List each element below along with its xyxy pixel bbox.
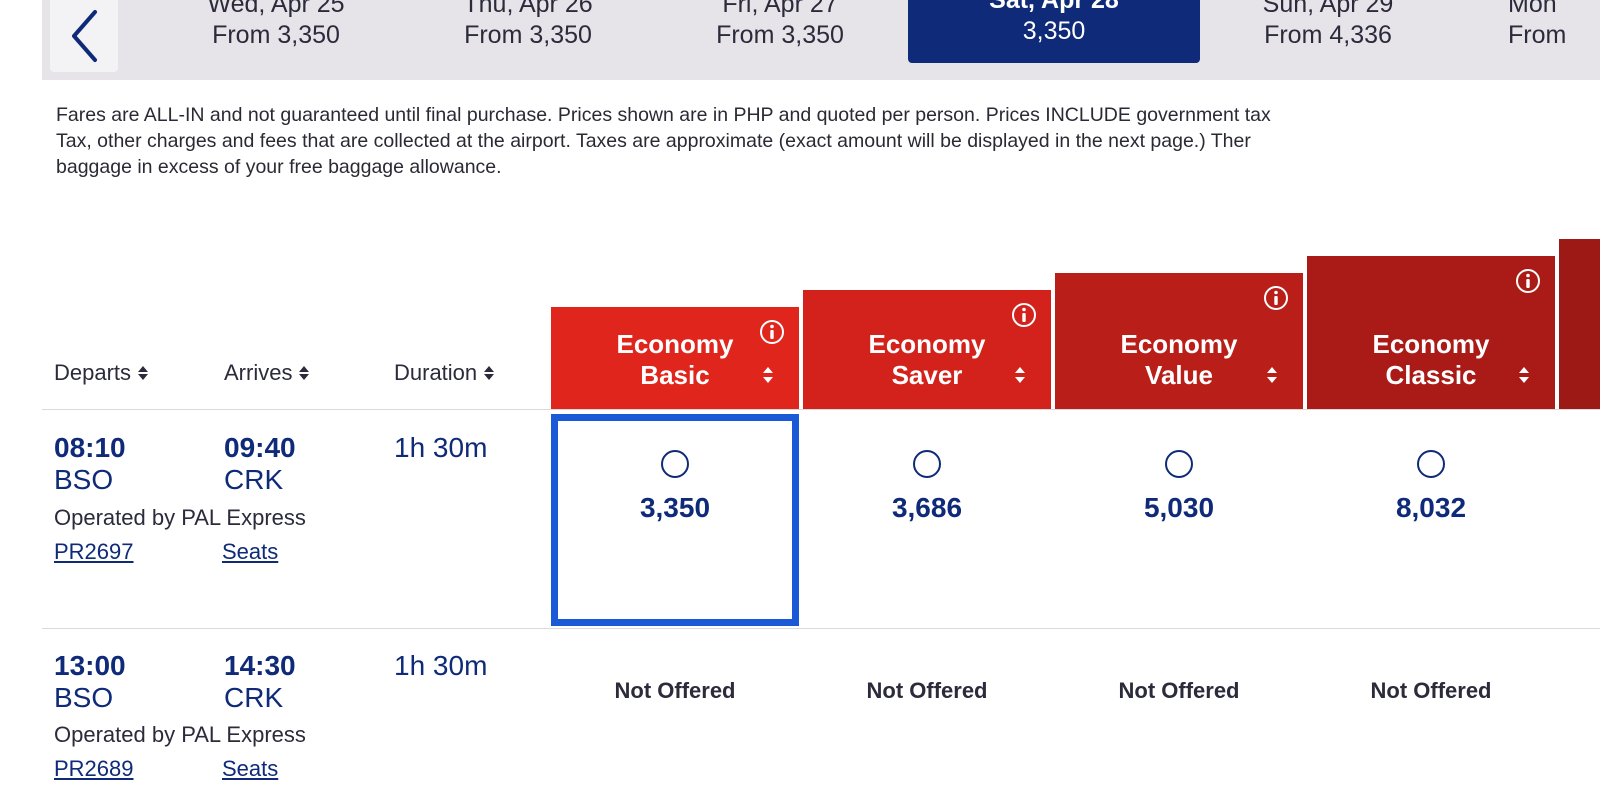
fare-radio[interactable]: [913, 450, 941, 478]
date-tab-wed-apr-25[interactable]: Wed, Apr 25 From 3,350: [130, 0, 422, 64]
previous-dates-button[interactable]: [50, 0, 118, 72]
date-strip: Wed, Apr 25 From 3,350 Thu, Apr 26 From …: [42, 0, 1600, 80]
header-divider: [42, 409, 1600, 410]
info-icon[interactable]: [1515, 268, 1541, 294]
info-icon[interactable]: [1011, 302, 1037, 328]
sort-icon[interactable]: [1265, 365, 1279, 385]
date-tab-price: From 3,350: [464, 21, 592, 49]
fare-name-line1: Economy: [1372, 329, 1490, 359]
fare-notice-line: Tax, other charges and fees that are col…: [56, 130, 1251, 152]
seats-link[interactable]: Seats: [222, 539, 278, 565]
fare-radio[interactable]: [661, 450, 689, 478]
sort-arrives-header[interactable]: Arrives: [224, 360, 310, 386]
date-tab-price: From 4,336: [1264, 21, 1392, 49]
fare-name-line1: Economy: [868, 329, 986, 359]
fare-not-offered: Not Offered: [614, 678, 736, 703]
fare-header-economy-classic[interactable]: Economy Classic: [1307, 256, 1555, 409]
seats-link[interactable]: Seats: [222, 756, 278, 782]
sort-icon: [484, 366, 495, 380]
operated-by: Operated by PAL Express: [54, 505, 306, 530]
fare-header-economy-saver[interactable]: Economy Saver: [803, 290, 1051, 409]
fare-notice-line: baggage in excess of your free baggage a…: [56, 156, 502, 178]
date-tab-date: Fri, Apr 27: [722, 0, 838, 18]
fare-price: 8,032: [1395, 492, 1467, 523]
arrive-airport: CRK: [224, 682, 284, 713]
depart-time: 08:10: [54, 432, 126, 463]
date-tab-sat-apr-28-selected[interactable]: Sat, Apr 28 3,350: [908, 0, 1200, 63]
sort-duration-header[interactable]: Duration: [394, 360, 495, 386]
flight-number-link[interactable]: PR2697: [54, 539, 134, 565]
fare-name-line1: Economy: [616, 329, 734, 359]
fare-name-line1: Economy: [1120, 329, 1238, 359]
sort-departs-header[interactable]: Departs: [54, 360, 149, 386]
fare-not-offered: Not Offered: [866, 678, 988, 703]
depart-airport: BSO: [54, 682, 114, 713]
chevron-left-icon: [72, 10, 97, 62]
fare-price: 3,350: [639, 492, 711, 523]
date-tab-price: From 3,350: [716, 21, 844, 49]
info-icon[interactable]: [1263, 285, 1289, 311]
fare-option-economy-basic[interactable]: 3,350: [551, 414, 799, 626]
duration-label: Duration: [394, 360, 478, 385]
fare-radio[interactable]: [1165, 450, 1193, 478]
arrive-airport: CRK: [224, 464, 284, 495]
fare-not-offered: Not Offered: [1370, 678, 1492, 703]
fare-notice-line: Fares are ALL-IN and not guaranteed unti…: [56, 104, 1271, 126]
sort-icon: [299, 366, 310, 380]
date-tab-date: Wed, Apr 25: [207, 0, 345, 18]
fare-option-economy-classic[interactable]: 8,032: [1307, 414, 1555, 626]
sort-icon[interactable]: [761, 365, 775, 385]
date-tab-fri-apr-27[interactable]: Fri, Apr 27 From 3,350: [634, 0, 926, 64]
arrives-label: Arrives: [224, 360, 293, 385]
date-tab-price: From: [1508, 21, 1567, 49]
date-tab-sun-apr-29[interactable]: Sun, Apr 29 From 4,336: [1182, 0, 1474, 64]
date-tab-price: 3,350: [1022, 17, 1086, 45]
fare-option-economy-saver[interactable]: 3,686: [803, 414, 1051, 626]
date-tab-date: Sun, Apr 29: [1262, 0, 1394, 18]
arrive-time: 09:40: [224, 432, 296, 463]
fare-not-offered: Not Offered: [1118, 678, 1240, 703]
departs-label: Departs: [54, 360, 132, 385]
date-tab-price: From 3,350: [212, 21, 340, 49]
fare-price: 5,030: [1143, 492, 1215, 523]
date-tab-date: Thu, Apr 26: [463, 0, 593, 18]
fare-header-next-partial[interactable]: [1559, 239, 1600, 409]
fare-header-economy-value[interactable]: Economy Value: [1055, 273, 1303, 409]
fare-radio[interactable]: [1417, 450, 1445, 478]
depart-airport: BSO: [54, 464, 114, 495]
fare-option-economy-value[interactable]: 5,030: [1055, 414, 1303, 626]
fare-price: 3,686: [891, 492, 963, 523]
date-tab-mon[interactable]: Mon From: [1508, 0, 1600, 64]
date-tab-date: Sat, Apr 28: [989, 0, 1119, 14]
date-tab-thu-apr-26[interactable]: Thu, Apr 26 From 3,350: [382, 0, 674, 64]
sort-icon: [138, 366, 149, 380]
fare-notice: Fares are ALL-IN and not guaranteed unti…: [56, 102, 1600, 180]
flight-number-link[interactable]: PR2689: [54, 756, 134, 782]
fare-header-economy-basic[interactable]: Economy Basic: [551, 307, 799, 409]
arrive-time: 14:30: [224, 650, 296, 681]
depart-time: 13:00: [54, 650, 126, 681]
operated-by: Operated by PAL Express: [54, 722, 306, 747]
row-divider: [42, 628, 1600, 629]
sort-icon[interactable]: [1517, 365, 1531, 385]
sort-icon[interactable]: [1013, 365, 1027, 385]
flight-duration: 1h 30m: [394, 650, 488, 681]
date-tab-date: Mon: [1508, 0, 1557, 18]
flight-duration: 1h 30m: [394, 432, 488, 463]
